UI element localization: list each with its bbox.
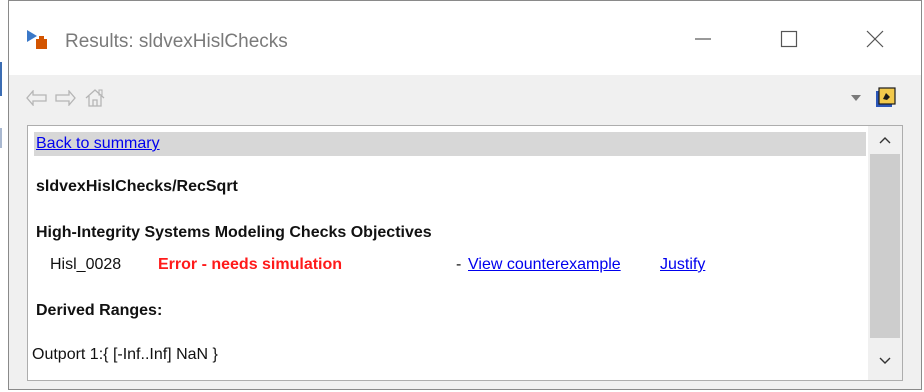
- view-counterexample-link[interactable]: View counterexample: [468, 256, 621, 274]
- highlight-model-button[interactable]: [871, 85, 899, 111]
- title-bar[interactable]: Results: sldvexHislChecks: [9, 1, 921, 75]
- chevron-up-icon: [879, 137, 891, 144]
- maximize-icon: [780, 30, 798, 48]
- window-title: Results: sldvexHislChecks: [65, 31, 288, 52]
- close-icon: [866, 30, 884, 48]
- back-to-summary-bar: Back to summary: [34, 132, 866, 156]
- results-window: Results: sldvexHislChecks Back to summar…: [8, 0, 922, 390]
- simulink-design-verifier-icon: [25, 27, 55, 51]
- scroll-up-button[interactable]: [868, 126, 902, 154]
- maximize-button[interactable]: [759, 15, 819, 63]
- chevron-down-icon: [879, 357, 891, 364]
- background-window-accent-2: [0, 128, 2, 148]
- scrollbar-thumb[interactable]: [870, 154, 900, 338]
- scroll-down-button[interactable]: [868, 346, 902, 376]
- background-window-accent: [0, 62, 2, 96]
- highlight-model-icon: [876, 87, 896, 107]
- minimize-button[interactable]: [673, 15, 733, 63]
- close-button[interactable]: [845, 15, 905, 63]
- minimize-icon: [695, 38, 711, 40]
- objectives-heading: High-Integrity Systems Modeling Checks O…: [36, 224, 432, 241]
- justify-link[interactable]: Justify: [660, 256, 705, 274]
- home-icon: [85, 89, 105, 107]
- objective-status: Error - needs simulation: [158, 256, 343, 273]
- vertical-scrollbar[interactable]: [868, 126, 902, 380]
- dropdown-triangle-icon: [851, 95, 861, 101]
- results-content-pane: Back to summary sldvexHislChecks/RecSqrt…: [27, 125, 903, 381]
- derived-ranges-heading: Derived Ranges:: [36, 302, 163, 319]
- block-path-heading: sldvexHislChecks/RecSqrt: [36, 178, 238, 195]
- back-to-summary-link[interactable]: Back to summary: [36, 135, 160, 153]
- objective-separator: -: [456, 256, 462, 273]
- objective-id: Hisl_0028: [50, 256, 122, 273]
- home-button[interactable]: [81, 85, 109, 111]
- toolbar: [9, 75, 921, 121]
- options-dropdown[interactable]: [847, 85, 865, 111]
- back-button[interactable]: [23, 85, 51, 111]
- outport-range: Outport 1:{ [-Inf..Inf] NaN }: [32, 346, 218, 363]
- background-window-edge: [0, 0, 8, 392]
- forward-arrow-icon: [55, 90, 76, 106]
- forward-button[interactable]: [51, 85, 79, 111]
- back-arrow-icon: [26, 90, 47, 106]
